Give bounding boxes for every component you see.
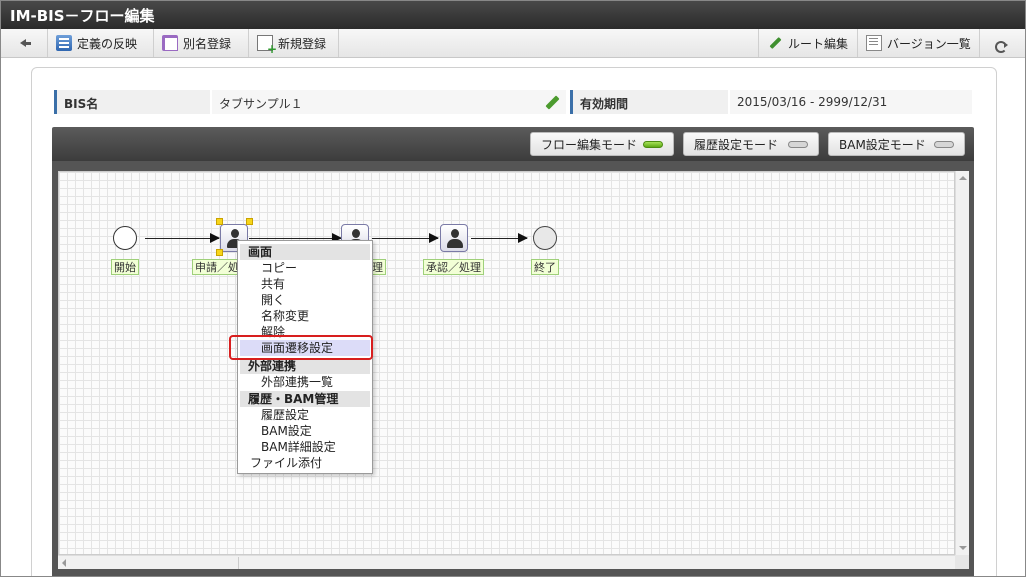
scroll-thumb[interactable] [238,557,239,569]
scroll-left-icon[interactable] [62,559,66,567]
bis-name-value: タブサンプル１ [212,90,566,114]
flow-canvas[interactable]: 開始 申請／処 理 承認／処理 終了 [58,171,955,555]
edit-name-pencil-icon[interactable] [544,94,560,110]
menu-item-rename[interactable]: 名称変更 [240,308,370,324]
bam-setting-mode-button[interactable]: BAM設定モード [828,132,965,156]
route-edit-label: ルート編集 [788,36,849,51]
task-node-approve[interactable] [440,224,468,252]
start-node[interactable] [113,226,137,250]
alias-label: 別名登録 [183,36,232,51]
period-label: 有効期間 [570,90,728,114]
menu-section-external: 外部連携 [240,358,370,374]
reflect-definition-button[interactable]: 定義の反映 [48,29,154,57]
flow-edge [145,233,220,243]
person-icon [447,229,463,249]
start-node-label: 開始 [111,259,139,275]
flow-edge [372,233,439,243]
selection-handle[interactable] [246,218,253,225]
flow-edit-mode-button[interactable]: フロー編集モード [530,132,674,156]
reflect-label: 定義の反映 [77,36,138,51]
mode-indicator-on-icon [643,141,663,148]
menu-item-share[interactable]: 共有 [240,276,370,292]
menu-item-bam-detail[interactable]: BAM詳細設定 [240,439,370,455]
mode-bar: フロー編集モード 履歴設定モード BAM設定モード [52,127,974,161]
flow-edit-mode-label: フロー編集モード [541,137,638,152]
scroll-up-icon[interactable] [959,176,967,180]
route-edit-button[interactable]: ルート編集 [758,29,857,57]
version-list-button[interactable]: バージョン一覧 [857,29,979,57]
version-list-label: バージョン一覧 [887,36,971,51]
flow-edge [249,233,342,243]
task-node-label: 承認／処理 [423,259,484,275]
alias-register-button[interactable]: 別名登録 [154,29,249,57]
history-mode-label: 履歴設定モード [694,137,779,152]
period-value: 2015/03/16 - 2999/12/31 [730,90,972,114]
horizontal-scrollbar[interactable] [58,555,955,569]
highlight-box [229,335,373,360]
bis-name-label: BIS名 [54,90,210,114]
menu-item-external-list[interactable]: 外部連携一覧 [240,374,370,390]
menu-section-screen: 画面 [240,244,370,260]
list-icon [866,35,882,51]
bam-mode-label: BAM設定モード [839,137,926,152]
task-node-label: 申請／処 [192,259,242,275]
scroll-corner [955,555,969,569]
toolbar: 定義の反映 別名登録 新規登録 ルート編集 バージョン一覧 [0,29,1026,58]
back-button[interactable] [0,29,48,57]
vertical-scrollbar[interactable] [955,171,969,555]
menu-item-bam-setting[interactable]: BAM設定 [240,423,370,439]
history-setting-mode-button[interactable]: 履歴設定モード [683,132,819,156]
end-node[interactable] [533,226,557,250]
end-node-label: 終了 [531,259,559,275]
mode-indicator-off-icon [934,141,954,148]
selection-handle[interactable] [216,218,223,225]
back-arrow-icon [14,35,31,51]
pencil-icon [767,35,783,51]
new-document-icon [257,35,277,56]
reflect-icon [56,35,72,51]
menu-item-open[interactable]: 開く [240,292,370,308]
selection-handle[interactable] [216,249,223,256]
menu-section-history-bam: 履歴・BAM管理 [240,391,370,407]
new-label: 新規登録 [278,36,327,51]
flow-edge [471,233,528,243]
menu-item-history-setting[interactable]: 履歴設定 [240,407,370,423]
mode-indicator-off-icon [788,141,808,148]
menu-item-copy[interactable]: コピー [240,260,370,276]
refresh-button[interactable] [979,29,1026,57]
alias-icon [162,35,178,51]
menu-item-attach-file[interactable]: ファイル添付 [240,455,370,471]
new-register-button[interactable]: 新規登録 [249,29,339,57]
refresh-icon [988,35,1008,53]
window-title: IM-BIS－フロー編集 [0,0,1026,29]
scroll-down-icon[interactable] [959,546,967,550]
